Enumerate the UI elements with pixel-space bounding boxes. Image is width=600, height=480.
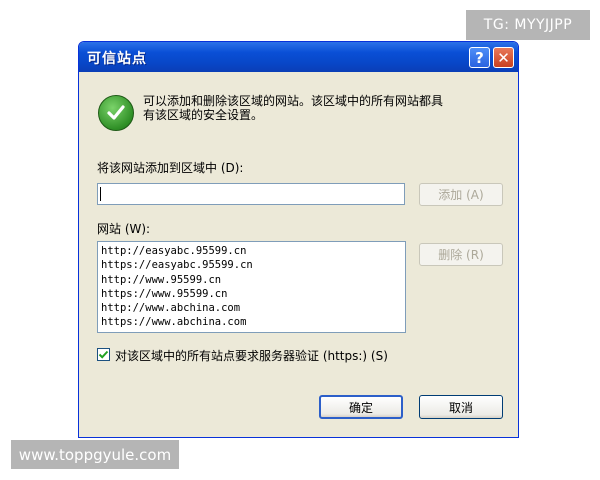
add-site-label: 将该网站添加到区域中 (D): xyxy=(97,161,244,175)
text-caret xyxy=(100,187,101,201)
remove-button[interactable]: 删除 (R) xyxy=(419,243,503,266)
ok-button[interactable]: 确定 xyxy=(319,395,403,419)
watermark-bottom: www.toppgyule.com xyxy=(11,440,179,469)
site-item[interactable]: http://www.abchina.com xyxy=(101,301,402,315)
info-text: 可以添加和删除该区域的网站。该区域中的所有网站都具 有该区域的安全设置。 xyxy=(143,94,493,122)
site-item[interactable]: https://easyabc.95599.cn xyxy=(101,258,402,272)
trusted-sites-dialog: 可信站点 ? ✕ 可以添加和删除该区域的网站。该区域中的所有网站都具 有该区域的… xyxy=(78,41,519,438)
check-icon xyxy=(98,95,134,131)
watermark-top: TG: MYYJJPP xyxy=(466,10,590,40)
site-item[interactable]: https://www.abchina.com xyxy=(101,315,402,329)
title-bar[interactable]: 可信站点 ? ✕ xyxy=(79,42,518,72)
sites-label: 网站 (W): xyxy=(97,222,151,236)
sites-list[interactable]: http://easyabc.95599.cn https://easyabc.… xyxy=(97,241,406,333)
add-site-input[interactable] xyxy=(97,183,405,205)
cancel-button[interactable]: 取消 xyxy=(419,395,503,419)
info-line-2: 有该区域的安全设置。 xyxy=(143,108,264,122)
dialog-title: 可信站点 xyxy=(87,51,147,67)
require-https-label[interactable]: 对该区域中的所有站点要求服务器验证 (https:) (S) xyxy=(115,347,388,364)
checkmark-icon xyxy=(98,350,109,359)
site-item[interactable]: http://www.95599.cn xyxy=(101,273,402,287)
close-icon: ✕ xyxy=(497,48,510,67)
require-https-checkbox[interactable] xyxy=(97,348,110,361)
help-button[interactable]: ? xyxy=(469,47,490,68)
close-button[interactable]: ✕ xyxy=(493,47,514,68)
add-button[interactable]: 添加 (A) xyxy=(419,183,503,206)
site-item[interactable]: http://easyabc.95599.cn xyxy=(101,244,402,258)
info-line-1: 可以添加和删除该区域的网站。该区域中的所有网站都具 xyxy=(143,94,444,108)
help-icon: ? xyxy=(475,48,484,67)
site-item[interactable]: https://www.95599.cn xyxy=(101,287,402,301)
